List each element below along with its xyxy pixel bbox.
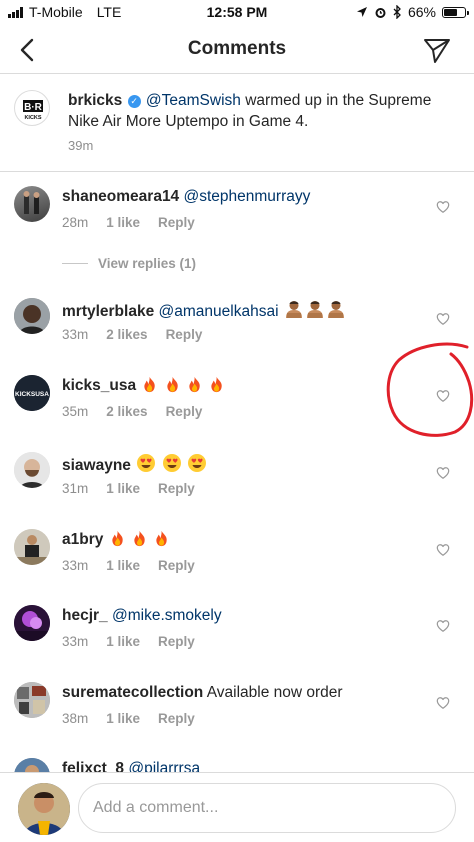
comment-username[interactable]: hecjr_ — [62, 607, 108, 624]
avatar[interactable] — [14, 186, 50, 222]
comment-mention[interactable]: @stephenmurrayy — [184, 188, 311, 205]
likes-count[interactable]: 2 likes — [106, 404, 147, 419]
verified-badge-icon: ✓ — [127, 95, 141, 108]
avatar[interactable]: KICKSUSA — [14, 375, 50, 411]
fire-emoji — [108, 531, 171, 548]
my-avatar — [18, 783, 70, 835]
svg-text:B·R: B·R — [24, 102, 43, 113]
bluetooth-icon — [393, 5, 401, 19]
page-title: Comments — [187, 38, 287, 59]
reply-button[interactable]: Reply — [158, 634, 195, 649]
status-bar: T-Mobile LTE 12:58 PM 66% — [0, 0, 474, 26]
battery-percent: 66% — [407, 4, 436, 20]
annotation-circle — [386, 342, 474, 437]
comment-input[interactable] — [78, 783, 456, 833]
caption-username[interactable]: brkicks — [68, 92, 122, 109]
comment-item: suremate​collection Available now order … — [0, 680, 474, 740]
avatar[interactable] — [14, 605, 50, 641]
comment-timestamp: 33m — [62, 327, 89, 342]
comment-timestamp: 33m — [62, 558, 89, 573]
comment-username[interactable]: siawayne — [62, 457, 131, 474]
comment-username[interactable]: mrtylerblake — [62, 303, 154, 320]
comment-username[interactable]: suremate​collection — [62, 684, 203, 701]
comment-item: hecjr_ @mike.smokely 33m 1 like Reply — [0, 603, 474, 663]
send-icon[interactable] — [422, 36, 452, 64]
reply-button[interactable]: Reply — [158, 215, 195, 230]
heart-icon[interactable] — [436, 466, 450, 480]
comment-timestamp: 31m — [62, 481, 89, 496]
likes-count[interactable]: 1 like — [106, 634, 140, 649]
comment-timestamp: 28m — [62, 215, 89, 230]
heart-eyes-emoji — [135, 457, 207, 474]
likes-count[interactable]: 1 like — [106, 711, 140, 726]
fire-emoji — [140, 377, 225, 394]
person-emoji — [283, 303, 346, 320]
caption-text: brkicks ✓ @TeamSwish warmed up in the Su… — [68, 90, 458, 132]
comment-item: a1bry 33m 1 like Reply — [0, 527, 474, 587]
caption-timestamp: 39m — [68, 138, 94, 153]
comment-timestamp: 38m — [62, 711, 89, 726]
heart-icon[interactable] — [436, 619, 450, 633]
reply-button[interactable]: Reply — [158, 558, 195, 573]
reply-button[interactable]: Reply — [158, 711, 195, 726]
heart-icon[interactable] — [436, 543, 450, 557]
post-caption: B·R KICKS brkicks ✓ @TeamSwish warmed up… — [0, 74, 474, 172]
alarm-icon — [375, 7, 386, 18]
avatar[interactable] — [14, 452, 50, 488]
battery-icon — [442, 6, 469, 18]
comment-body: Available now order — [203, 684, 343, 701]
comment-timestamp: 33m — [62, 634, 89, 649]
comment-composer — [0, 772, 474, 842]
caption-mention[interactable]: @TeamSwish — [146, 92, 241, 109]
brkicks-avatar[interactable]: B·R KICKS — [14, 90, 50, 126]
comment-mention[interactable]: @amanuelkahsai — [159, 303, 279, 320]
view-replies-label: View replies (1) — [98, 256, 197, 271]
comment-item: shaneomeara14 @stephenmurrayy 28m 1 like… — [0, 184, 474, 244]
comment-username[interactable]: a1bry — [62, 531, 103, 548]
heart-icon[interactable] — [436, 312, 450, 326]
comment-username[interactable]: kicks_usa — [62, 377, 136, 394]
nav-bar: Comments — [0, 26, 474, 74]
comment-mention[interactable]: @mike.smokely — [112, 607, 222, 624]
view-replies-button[interactable]: View replies (1) — [62, 256, 196, 271]
comment-item: siawayne 31m 1 like Reply — [0, 450, 474, 510]
avatar[interactable] — [14, 298, 50, 334]
likes-count[interactable]: 2 likes — [106, 327, 147, 342]
comment-username[interactable]: shaneomeara14 — [62, 188, 179, 205]
svg-text:KICKSUSA: KICKSUSA — [15, 391, 49, 398]
reply-button[interactable]: Reply — [166, 404, 203, 419]
caption-body: warmed up in the Supreme Nike Air More U… — [68, 92, 432, 130]
reply-button[interactable]: Reply — [158, 481, 195, 496]
status-right: 66% — [356, 4, 469, 20]
comment-timestamp: 35m — [62, 404, 89, 419]
likes-count[interactable]: 1 like — [106, 558, 140, 573]
divider — [62, 263, 88, 264]
avatar[interactable] — [14, 682, 50, 718]
heart-icon[interactable] — [436, 696, 450, 710]
likes-count[interactable]: 1 like — [106, 481, 140, 496]
likes-count[interactable]: 1 like — [106, 215, 140, 230]
svg-text:KICKS: KICKS — [24, 115, 41, 121]
reply-button[interactable]: Reply — [166, 327, 203, 342]
avatar[interactable] — [14, 529, 50, 565]
br-logo-icon: B·R KICKS — [23, 100, 43, 121]
heart-icon[interactable] — [436, 200, 450, 214]
location-icon — [356, 7, 367, 17]
